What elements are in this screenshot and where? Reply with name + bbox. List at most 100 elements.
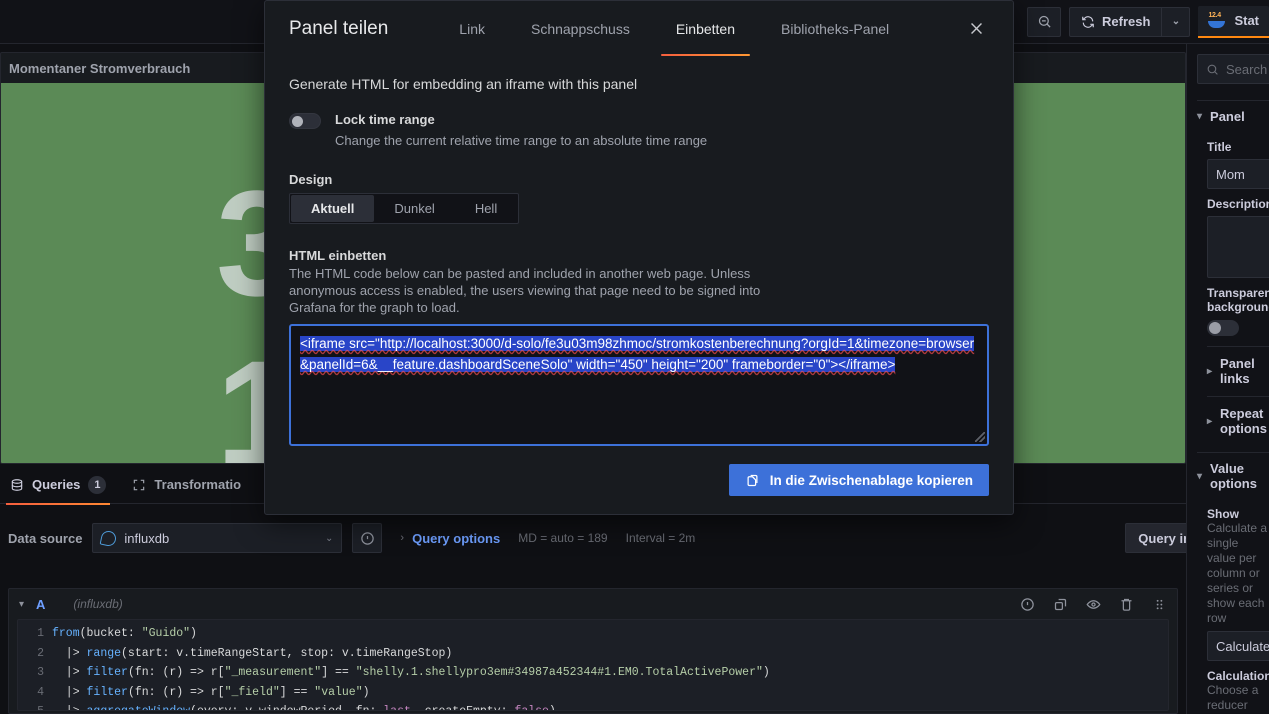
close-icon[interactable]: [963, 16, 989, 42]
option-show-desc: Calculate a single value per column or s…: [1207, 521, 1268, 625]
help-circle-icon[interactable]: [352, 523, 383, 553]
options-subsection-repeat-options[interactable]: ▸ Repeat options: [1207, 396, 1269, 436]
refresh-button[interactable]: Refresh ⌄: [1069, 6, 1191, 37]
embed-code-textarea[interactable]: <iframe src="http://localhost:3000/d-sol…: [289, 324, 989, 446]
option-description-label: Description: [1207, 197, 1269, 211]
design-option-dunkel[interactable]: Dunkel: [374, 195, 454, 222]
embed-html-label: HTML einbetten: [289, 248, 387, 263]
eye-icon[interactable]: [1086, 597, 1101, 612]
query-options-label: Query options: [412, 530, 501, 546]
chevron-right-icon: ›: [400, 532, 405, 544]
option-calculation-label: Calculation: [1207, 669, 1269, 683]
chevron-down-icon: ▾: [1197, 111, 1203, 122]
data-source-label: Data source: [8, 530, 83, 546]
tab-transformations-label: Transformatio: [154, 477, 242, 492]
modal-body: Generate HTML for embedding an iframe wi…: [265, 56, 1013, 446]
help-circle-icon[interactable]: [1020, 597, 1035, 612]
query-options-toggle[interactable]: › Query options MD = auto = 189 Interval…: [400, 531, 695, 546]
option-title-input[interactable]: Mom: [1207, 159, 1269, 189]
options-group-value-title: Value options: [1210, 461, 1257, 491]
query-row-header: ▾ A (influxdb): [9, 589, 1177, 619]
options-group-panel-title: Panel: [1210, 109, 1245, 124]
option-transparent-field: Transparent background: [1207, 286, 1269, 336]
tab-queries[interactable]: Queries 1: [5, 466, 111, 505]
modal-header: Panel teilen Link Schnappschuss Einbette…: [265, 1, 1013, 56]
viz-type-label: Stat: [1234, 13, 1259, 28]
option-title-label: Title: [1207, 140, 1232, 154]
option-calculation-field: Calculation Choose a reducer function / …: [1207, 669, 1269, 714]
chevron-right-icon: ▸: [1207, 365, 1213, 377]
embed-html-description: The HTML code below can be pasted and in…: [289, 266, 761, 315]
lock-time-range-description: Change the current relative time range t…: [335, 133, 708, 148]
option-transparent-label: Transparent background: [1207, 286, 1269, 314]
flux-query-editor[interactable]: 12345 from(bucket: "Guido") |> range(sta…: [17, 619, 1169, 711]
options-search-placeholder: Search: [1226, 61, 1268, 77]
transform-icon: [134, 479, 145, 490]
code-gutter: 12345: [37, 627, 44, 710]
share-panel-modal: Panel teilen Link Schnappschuss Einbette…: [264, 0, 1014, 515]
refresh-interval-caret[interactable]: ⌄: [1161, 7, 1189, 36]
options-group-value: ▾ Value options Show Calculate a single …: [1197, 452, 1269, 714]
generate-html-heading: Generate HTML for embedding an iframe wi…: [289, 76, 638, 92]
design-label: Design: [289, 172, 333, 187]
queries-count-badge: 1: [88, 475, 107, 494]
options-search-input[interactable]: Search: [1197, 54, 1269, 84]
data-source-picker[interactable]: influxdb ⌄: [92, 523, 343, 553]
tab-link[interactable]: Link: [436, 1, 508, 56]
chevron-down-icon[interactable]: ▾: [19, 599, 24, 610]
modal-title: Panel teilen: [289, 17, 389, 39]
copy-to-clipboard-label: In die Zwischenablage kopieren: [769, 472, 973, 488]
duplicate-icon[interactable]: [1053, 597, 1068, 612]
chevron-down-icon: ▾: [1197, 470, 1203, 482]
tab-snapshot[interactable]: Schnappschuss: [508, 1, 653, 56]
embed-html-section: HTML einbetten The HTML code below can b…: [289, 248, 989, 446]
query-datasource-note: (influxdb): [73, 597, 123, 611]
chevron-down-icon: ⌄: [325, 532, 334, 544]
tab-transformations[interactable]: Transformatio: [132, 466, 241, 504]
embed-code-value: <iframe src="http://localhost:3000/d-sol…: [300, 336, 975, 372]
option-title-field: Title Mom: [1207, 140, 1269, 189]
lock-time-range-toggle[interactable]: [289, 113, 321, 129]
chevron-right-icon: ▸: [1207, 415, 1213, 427]
zoom-out-icon[interactable]: [1027, 6, 1062, 37]
option-description-textarea[interactable]: [1207, 216, 1269, 278]
design-radio-group: Aktuell Dunkel Hell: [289, 193, 520, 224]
design-option-aktuell[interactable]: Aktuell: [291, 195, 375, 222]
drag-handle-icon[interactable]: [1152, 597, 1167, 612]
refresh-icon: [1082, 15, 1094, 28]
database-icon: [11, 478, 23, 491]
design-option-hell[interactable]: Hell: [455, 195, 517, 222]
textarea-resize-handle[interactable]: [975, 432, 985, 442]
tab-embed[interactable]: Einbetten: [653, 1, 758, 56]
options-group-panel-header[interactable]: ▾ Panel: [1197, 100, 1269, 132]
search-icon: [1207, 64, 1218, 75]
influxdb-icon: [100, 529, 118, 547]
options-subsection-repeat-options-label: Repeat options: [1220, 406, 1267, 436]
panel-editor-screen: Refresh ⌄ 12.4 Stat Momentaner Stromverb…: [0, 0, 1269, 714]
data-source-row: Data source influxdb ⌄ › Query options M…: [0, 518, 1186, 558]
trash-icon[interactable]: [1119, 597, 1134, 612]
query-options-max-data-points: MD = auto = 189: [518, 531, 608, 545]
lock-time-range-label: Lock time range: [335, 112, 435, 127]
option-show-field: Show Calculate a single value per column…: [1207, 507, 1269, 661]
tab-library-panel[interactable]: Bibliotheks-Panel: [758, 1, 912, 56]
query-ref-id[interactable]: A: [36, 597, 45, 612]
copy-to-clipboard-button[interactable]: In die Zwischenablage kopieren: [728, 464, 989, 496]
modal-footer: In die Zwischenablage kopieren: [265, 464, 1013, 518]
option-show-select[interactable]: Calculate: [1207, 631, 1269, 661]
query-options-interval: Interval = 2m: [625, 531, 696, 545]
options-group-value-header[interactable]: ▾ Value options: [1197, 452, 1269, 499]
modal-tabs: Link Schnappschuss Einbetten Bibliotheks…: [436, 1, 912, 56]
option-show-label: Show: [1207, 507, 1239, 521]
options-subsection-panel-links-label: Panel links: [1220, 356, 1255, 386]
stat-viz-icon: 12.4: [1208, 12, 1226, 29]
panel-options-pane: Search ▾ Panel Title Mom Description Tra…: [1186, 44, 1269, 714]
flux-query-code[interactable]: from(bucket: "Guido") |> range(start: v.…: [52, 620, 1168, 710]
option-transparent-toggle[interactable]: [1207, 320, 1239, 336]
design-section: Design Aktuell Dunkel Hell: [289, 172, 989, 224]
data-source-value: influxdb: [124, 530, 170, 546]
lock-time-range-row: Lock time range Change the current relat…: [289, 112, 989, 148]
viz-type-tab[interactable]: 12.4 Stat: [1198, 5, 1269, 38]
options-group-panel: ▾ Panel Title Mom Description Transparen…: [1197, 100, 1269, 436]
options-subsection-panel-links[interactable]: ▸ Panel links: [1207, 346, 1269, 386]
